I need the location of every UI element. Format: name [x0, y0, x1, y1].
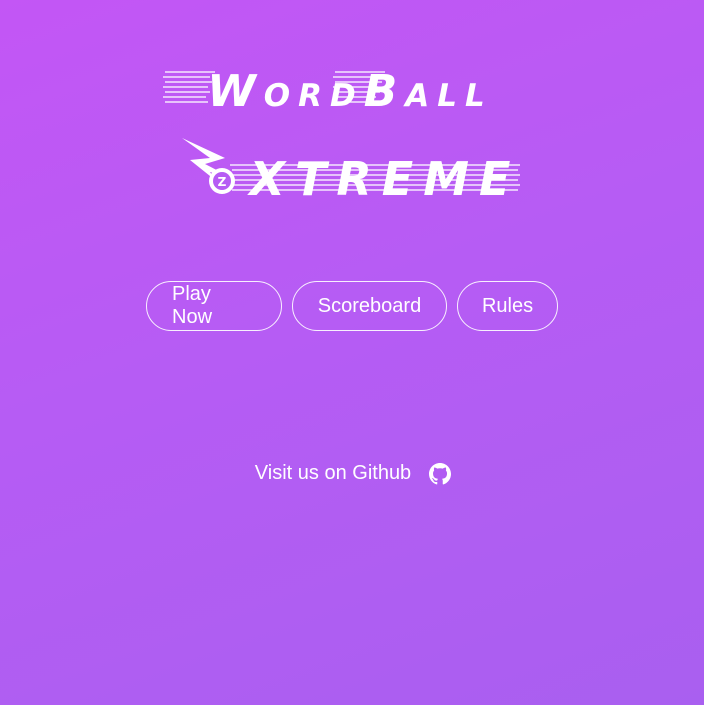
ball-icon: Z	[182, 138, 235, 194]
main-nav: Play Now Scoreboard Rules	[0, 281, 704, 331]
logo-line1: WordBall	[207, 66, 493, 117]
svg-text:Z: Z	[218, 175, 227, 189]
github-link[interactable]: Visit us on Github	[255, 462, 411, 485]
play-now-button[interactable]: Play Now	[146, 281, 282, 331]
scoreboard-button[interactable]: Scoreboard	[292, 281, 447, 331]
github-icon[interactable]	[429, 462, 452, 485]
footer: Visit us on Github	[0, 462, 704, 485]
rules-button[interactable]: Rules	[457, 281, 558, 331]
logo-line2: Xtreme	[247, 152, 521, 206]
app-logo: WordBall Z Xtreme	[0, 60, 704, 210]
